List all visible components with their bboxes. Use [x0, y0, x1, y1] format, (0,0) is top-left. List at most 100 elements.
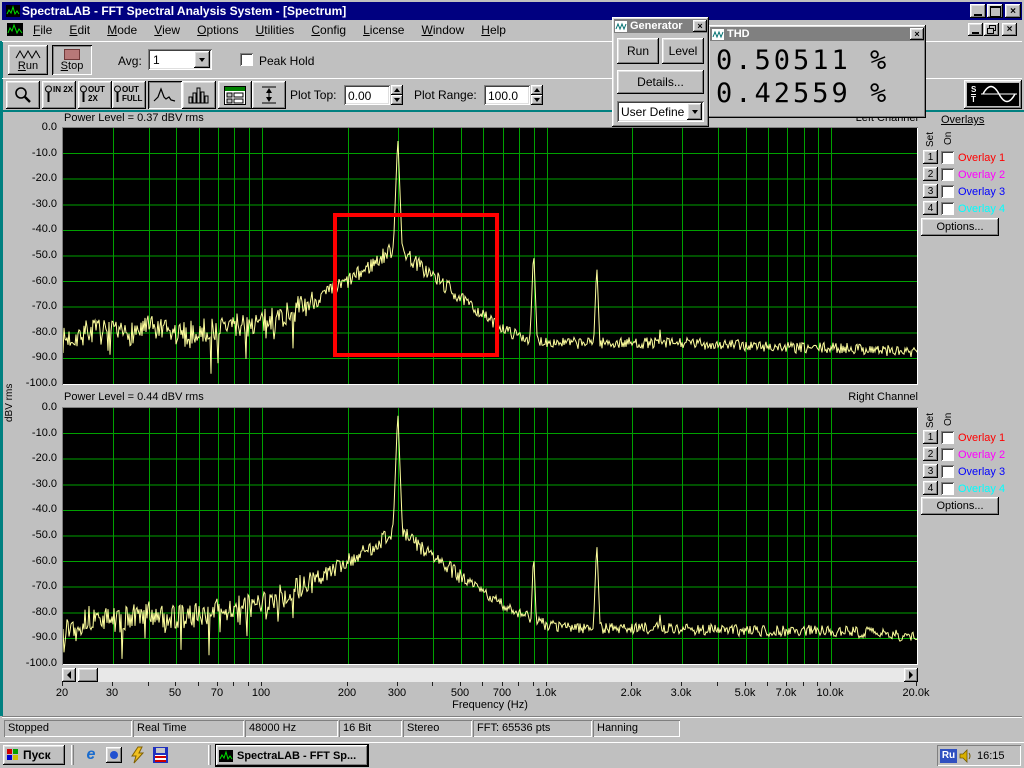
vertical-scale-button[interactable]	[252, 81, 286, 109]
overlay-1-checkbox[interactable]	[941, 151, 954, 164]
x-tick-mark	[148, 682, 149, 686]
scrollbar-right-arrow[interactable]	[904, 668, 918, 682]
y-tick-label: -70.0	[0, 300, 57, 312]
mdi-minimize-button[interactable]	[968, 23, 983, 36]
overlay-4-set-button[interactable]: 4	[923, 201, 938, 215]
overlay-3-checkbox[interactable]	[941, 185, 954, 198]
x-tick-mark	[112, 682, 113, 686]
spectrum-document-icon[interactable]	[7, 23, 23, 36]
menu-config[interactable]: Config	[304, 20, 353, 40]
maximize-button[interactable]	[987, 4, 1003, 18]
zoom-out-full-label: OUT FULL	[122, 85, 145, 103]
generator-title-bar[interactable]: Generator ×	[614, 19, 707, 33]
overlay-3-set-button[interactable]: 3	[923, 464, 938, 478]
thd-window: THD × 0.50511 % 0.42559 %	[708, 25, 926, 118]
menu-view[interactable]: View	[147, 20, 187, 40]
menu-edit[interactable]: Edit	[62, 20, 97, 40]
zoom-out-2x-button[interactable]: OUT 2X	[78, 81, 112, 109]
generator-details-button[interactable]: Details...	[617, 70, 704, 94]
spectrum-view-button[interactable]	[148, 81, 182, 109]
quick-launch-save-icon[interactable]	[153, 747, 168, 763]
zoom-out-full-button[interactable]: OUT FULL	[112, 81, 146, 109]
mdi-restore-button[interactable]	[984, 23, 999, 36]
overlay-2-set-button[interactable]: 2	[923, 447, 938, 461]
y-tick-label: -90.0	[0, 631, 57, 643]
spin-down[interactable]	[531, 95, 543, 105]
spin-down[interactable]	[391, 95, 403, 105]
overlay-options-button[interactable]: Options...	[921, 218, 999, 236]
task-button-spectralab[interactable]: SpectraLAB - FFT Sp...	[216, 745, 368, 766]
avg-combobox[interactable]: 1	[148, 49, 212, 70]
generator-window-title: Generator	[630, 20, 683, 32]
scrollbar-left-arrow[interactable]	[62, 668, 76, 682]
frequency-scrollbar[interactable]	[62, 668, 918, 682]
avg-dropdown-arrow[interactable]	[194, 51, 210, 68]
scrollbar-thumb[interactable]	[78, 668, 98, 682]
generator-close-button[interactable]: ×	[693, 20, 707, 32]
pin-icon	[45, 85, 52, 105]
generator-run-button[interactable]: Run	[617, 38, 659, 64]
mdi-close-button[interactable]: ×	[1002, 23, 1017, 36]
quick-launch-lightning-icon[interactable]	[130, 746, 146, 764]
channel-label-right: Right Channel	[790, 391, 918, 403]
plot-top-input[interactable]: 0.00	[344, 85, 390, 105]
x-tick-label: 30	[106, 687, 118, 699]
spin-up[interactable]	[531, 85, 543, 95]
quick-launch-ie-icon[interactable]: e	[82, 746, 100, 764]
x-tick-mark	[482, 682, 483, 686]
thd-close-button[interactable]: ×	[910, 28, 924, 40]
plot-range-spinner[interactable]	[531, 85, 543, 105]
run-button[interactable]: Run	[8, 45, 48, 75]
overlay-2-set-button[interactable]: 2	[923, 167, 938, 181]
spin-up[interactable]	[391, 85, 403, 95]
stop-button[interactable]: Stop	[52, 45, 92, 75]
generator-mode-combobox[interactable]: User Define	[617, 101, 704, 122]
overlay-3-checkbox[interactable]	[941, 465, 954, 478]
menu-file[interactable]: File	[26, 20, 59, 40]
overlay-1-checkbox[interactable]	[941, 431, 954, 444]
overlay-1-set-button[interactable]: 1	[923, 430, 938, 444]
x-tick-mark	[518, 682, 519, 686]
generator-level-button[interactable]: Level	[662, 38, 704, 64]
taskbar-separator[interactable]	[71, 745, 74, 765]
overlay-options-button[interactable]: Options...	[921, 497, 999, 515]
y-tick-label: -40.0	[0, 223, 57, 235]
menu-mode[interactable]: Mode	[100, 20, 144, 40]
language-indicator[interactable]: Ru	[940, 749, 957, 763]
peak-hold-checkbox[interactable]	[240, 53, 253, 66]
spectrum-curve-icon	[153, 86, 177, 104]
overlay-1-set-button[interactable]: 1	[923, 150, 938, 164]
close-button[interactable]: ×	[1005, 4, 1021, 18]
zoom-in-2x-button[interactable]: IN 2X	[42, 81, 76, 109]
status-sample-rate: 48000 Hz	[245, 720, 338, 737]
menu-options[interactable]: Options	[190, 20, 245, 40]
taskbar-separator[interactable]	[208, 745, 211, 765]
plot-range-input[interactable]: 100.0	[484, 85, 530, 105]
x-tick-mark	[347, 682, 348, 686]
menu-license[interactable]: License	[356, 20, 411, 40]
overlay-4-checkbox[interactable]	[941, 202, 954, 215]
menu-window[interactable]: Window	[415, 20, 472, 40]
signal-generator-button[interactable]: S T	[964, 80, 1022, 109]
volume-icon[interactable]	[959, 749, 973, 763]
thd-title-bar[interactable]: THD ×	[710, 27, 924, 41]
quick-launch-viewer-icon[interactable]	[106, 747, 122, 763]
menu-help[interactable]: Help	[474, 20, 513, 40]
overlay-4-checkbox[interactable]	[941, 482, 954, 495]
x-tick-label: 200	[338, 687, 356, 699]
generator-mode-arrow[interactable]	[687, 103, 702, 120]
plot-top-spinner[interactable]	[391, 85, 403, 105]
overlay-2-checkbox[interactable]	[941, 448, 954, 461]
highlight-rectangle	[333, 213, 499, 357]
overlay-3-set-button[interactable]: 3	[923, 184, 938, 198]
menu-utilities[interactable]: Utilities	[249, 20, 302, 40]
minimize-button[interactable]	[970, 4, 986, 18]
overlay-2-checkbox[interactable]	[941, 168, 954, 181]
overlay-4-set-button[interactable]: 4	[923, 481, 938, 495]
histogram-view-button[interactable]	[182, 81, 216, 109]
x-tick-mark	[916, 682, 917, 686]
display-settings-button[interactable]	[218, 81, 252, 109]
start-button[interactable]: Пуск	[3, 745, 65, 765]
x-tick-mark	[502, 682, 503, 686]
zoom-tool-button[interactable]	[6, 81, 40, 109]
